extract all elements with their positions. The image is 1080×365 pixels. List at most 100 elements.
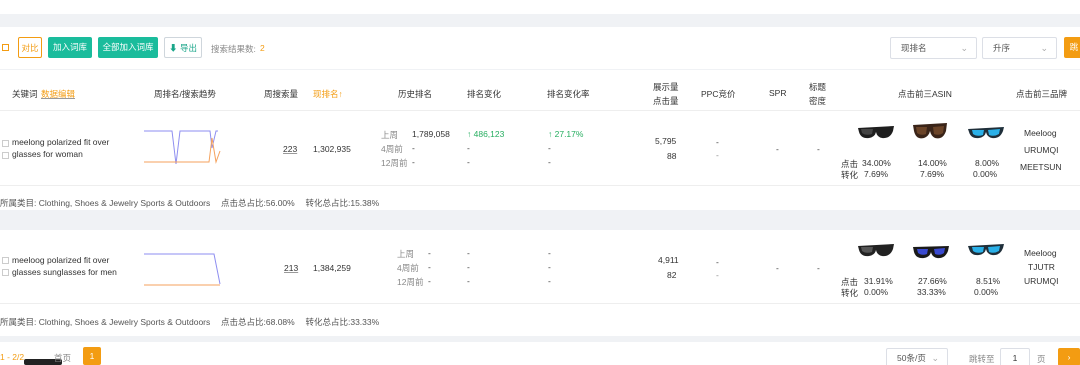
header-divider: [0, 110, 1080, 111]
row-checkbox[interactable]: [2, 269, 9, 276]
asin-image-3[interactable]: [966, 239, 1006, 263]
asin-conv: 0.00%: [864, 287, 889, 297]
title-density: -: [817, 263, 820, 273]
header-clicks[interactable]: 点击量: [653, 95, 679, 107]
header-title-density-2: 密度: [809, 96, 827, 106]
clicks: 88: [667, 151, 677, 161]
sort-order-select[interactable]: 升序 ⌄: [982, 37, 1057, 59]
asin-image-1[interactable]: [856, 121, 896, 145]
history-value: 1,789,058: [412, 129, 450, 139]
title-density: -: [817, 144, 820, 154]
header-spr[interactable]: SPR: [769, 88, 786, 98]
top-strip: [0, 0, 1080, 14]
asin-image-1[interactable]: [856, 239, 896, 263]
header-ppc-bid: PPC竞价: [701, 89, 736, 99]
ppc-bid: -: [716, 137, 719, 147]
conv-share-value: 33.33%: [350, 317, 380, 327]
click-share-label: 点击总占比:: [221, 198, 266, 208]
conv-label: 转化: [841, 288, 859, 298]
select-all-checkbox[interactable]: [2, 44, 9, 51]
sort-field-select[interactable]: 现排名 ⌄: [890, 37, 977, 59]
page-size-select[interactable]: 50条/页 ⌄: [886, 348, 948, 365]
search-volume[interactable]: 223: [283, 144, 297, 154]
asin-image-2[interactable]: [910, 119, 950, 143]
page-unit: 页: [1037, 354, 1046, 364]
rank-change-rate: -: [548, 276, 551, 286]
add-wordbank-button[interactable]: 加入词库: [48, 37, 92, 58]
spr-value: -: [776, 263, 779, 273]
rank-line: [144, 253, 221, 285]
asin-click: 8.00%: [975, 158, 1000, 168]
chevron-down-icon: ⌄: [1040, 43, 1048, 53]
asin-image-3[interactable]: [966, 122, 1006, 146]
asin-image-2[interactable]: [911, 241, 951, 265]
rank-change-rate: ↑ 27.17%: [548, 129, 584, 139]
category-info: 所属类目: Clothing, Shoes & Jewelry Sports &…: [0, 316, 379, 328]
next-page-button[interactable]: ›: [1058, 348, 1080, 365]
impressions: 4,911: [658, 255, 679, 265]
rank-change: -: [467, 248, 470, 258]
header-rank-change[interactable]: 排名变化: [467, 88, 501, 100]
header-rank-change-rate[interactable]: 排名变化率: [547, 88, 590, 100]
click-share-value: 68.08%: [265, 317, 295, 327]
asin-click: 8.51%: [976, 276, 1001, 286]
row-checkbox[interactable]: [2, 140, 9, 147]
keyword-text[interactable]: glasses sunglasses for men: [12, 267, 117, 277]
ppc-bid: -: [716, 257, 719, 267]
brand-3[interactable]: MEETSUN: [1020, 162, 1062, 172]
history-value: -: [412, 157, 415, 167]
jump-button[interactable]: 跳: [1064, 37, 1080, 58]
header-weekly-search-volume[interactable]: 周搜索量: [264, 88, 298, 100]
keyword-text[interactable]: meelong polarized fit over: [12, 137, 109, 147]
trend-sparkline[interactable]: [144, 126, 222, 166]
asin-conv: 0.00%: [973, 169, 998, 179]
click-share-label: 点击总占比:: [221, 317, 266, 327]
first-page-button[interactable]: 首页: [54, 352, 71, 364]
category-label: 所属类目:: [0, 198, 37, 208]
goto-input[interactable]: 1: [1000, 348, 1030, 365]
header-top3-asin: 点击前三ASIN: [898, 89, 952, 99]
conv-share-value: 15.38%: [350, 198, 380, 208]
asin-conv: 7.69%: [864, 169, 889, 179]
trend-sparkline[interactable]: [144, 246, 222, 290]
history-label: 4周前: [397, 263, 419, 273]
brand-1[interactable]: Meeloog: [1024, 248, 1057, 258]
brand-3[interactable]: URUMQI: [1024, 276, 1058, 286]
header-impressions[interactable]: 展示量: [653, 81, 679, 93]
header-current-rank-label: 现排名: [313, 89, 339, 99]
download-icon: ⬇: [169, 43, 178, 53]
data-edit-link[interactable]: 数据编辑: [41, 88, 75, 100]
header-title-density: 标题: [809, 82, 827, 92]
chevron-down-icon: ⌄: [931, 353, 939, 363]
history-label: 4周前: [381, 144, 403, 154]
clicks: 82: [667, 270, 677, 280]
asin-click: 14.00%: [918, 158, 947, 168]
export-button[interactable]: ⬇ 导出: [164, 37, 202, 58]
header-current-rank[interactable]: 现排名↑: [313, 88, 343, 100]
conv-share-label: 转化总占比:: [305, 198, 351, 208]
result-count-label: 搜索结果数:: [211, 44, 256, 54]
impressions: 5,795: [655, 136, 677, 146]
row-checkbox[interactable]: [2, 257, 9, 264]
rank-line: [144, 130, 218, 165]
brand-1[interactable]: Meeloog: [1024, 128, 1057, 138]
search-volume[interactable]: 213: [284, 263, 298, 273]
page-1-button[interactable]: 1: [83, 347, 101, 365]
result-count: 2: [260, 43, 265, 53]
asin-click: 34.00%: [862, 158, 891, 168]
compare-button[interactable]: 对比: [18, 37, 42, 58]
history-label: 12周前: [381, 158, 408, 168]
brand-2[interactable]: TJUTR: [1028, 262, 1055, 272]
keyword-text[interactable]: meeloog polarized fit over: [12, 255, 109, 265]
add-all-wordbank-button[interactable]: 全部加入词库: [98, 37, 158, 58]
row-checkbox[interactable]: [2, 152, 9, 159]
keyword-text[interactable]: glasses for woman: [12, 149, 83, 159]
goto-label: 跳转至: [969, 354, 995, 364]
asin-conv: 0.00%: [974, 287, 999, 297]
brand-2[interactable]: URUMQI: [1024, 145, 1058, 155]
current-rank: 1,384,259: [313, 263, 351, 273]
asin-click: 27.66%: [918, 276, 947, 286]
ppc-bid-2: -: [716, 270, 719, 280]
history-label: 12周前: [397, 277, 424, 287]
sort-arrow-up-icon: ↑: [338, 89, 343, 99]
